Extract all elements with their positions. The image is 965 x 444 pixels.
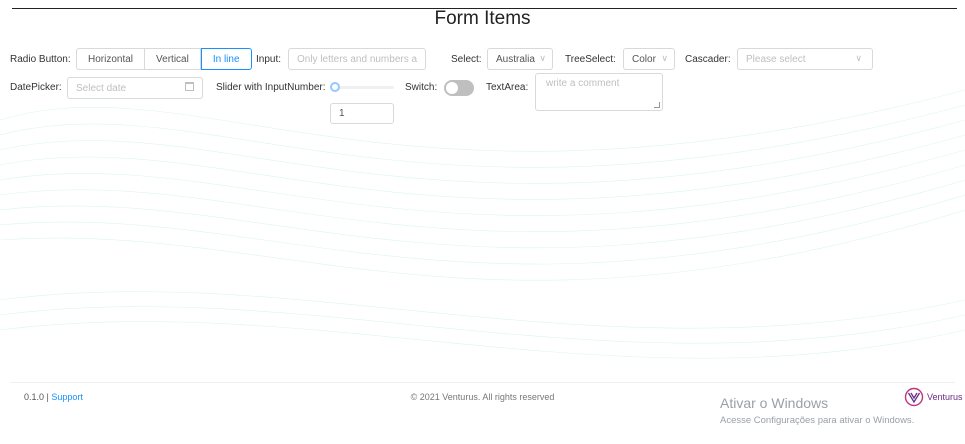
radio-button-label: Radio Button:	[10, 54, 71, 65]
switch-label: Switch:	[405, 82, 438, 93]
chevron-down-icon: ∨	[539, 53, 546, 63]
watermark-subtitle: Acesse Configurações para ativar o Windo…	[720, 415, 915, 426]
comment-textarea-placeholder: write a comment	[546, 78, 620, 89]
slider-track[interactable]	[334, 86, 394, 89]
switch-knob	[446, 82, 458, 94]
date-picker-placeholder: Select date	[76, 82, 127, 94]
watermark-title: Ativar o Windows	[720, 395, 829, 411]
slider-input-number[interactable]: 1	[330, 103, 394, 124]
text-input-placeholder: Only letters and numbers a	[297, 53, 418, 65]
chevron-down-icon: ∨	[661, 53, 668, 63]
form-items-page: Form Items Radio Button: Horizontal Vert…	[0, 0, 965, 444]
treeselect-label: TreeSelect:	[565, 54, 616, 65]
slider-input-value: 1	[339, 108, 345, 119]
input-label: Input:	[256, 54, 282, 65]
slider-handle[interactable]	[330, 82, 340, 92]
tree-select[interactable]: Color ∨	[623, 48, 675, 70]
brand-name: Venturus	[927, 392, 963, 402]
resize-handle-icon[interactable]	[654, 102, 660, 108]
page-title: Form Items	[434, 8, 531, 29]
toggle-switch[interactable]	[444, 80, 474, 96]
windows-activation-watermark: Ativar o Windows Acesse Configurações pa…	[720, 395, 914, 426]
date-picker[interactable]: Select date	[67, 77, 203, 99]
country-select-value: Australia	[496, 53, 535, 65]
country-select[interactable]: Australia ∨	[487, 48, 553, 70]
cascader-select[interactable]: Please select ∨	[737, 48, 873, 70]
cascader-label: Cascader:	[685, 54, 731, 65]
slider-label: Slider with InputNumber:	[216, 82, 326, 93]
calendar-icon	[185, 82, 194, 91]
text-input[interactable]: Only letters and numbers a	[288, 48, 426, 70]
textarea-label: TextArea:	[486, 82, 529, 93]
radio-option-in-line[interactable]: In line	[200, 48, 252, 70]
cascader-placeholder: Please select	[746, 53, 806, 65]
radio-button-group: Horizontal Vertical In line	[76, 48, 252, 70]
radio-option-horizontal[interactable]: Horizontal	[76, 48, 146, 70]
select-label: Select:	[451, 54, 482, 65]
chevron-down-icon: ∨	[855, 53, 862, 63]
comment-textarea[interactable]: write a comment	[535, 73, 663, 111]
datepicker-label: DatePicker:	[10, 82, 62, 93]
radio-option-vertical[interactable]: Vertical	[145, 48, 201, 70]
tree-select-value: Color	[632, 53, 656, 65]
